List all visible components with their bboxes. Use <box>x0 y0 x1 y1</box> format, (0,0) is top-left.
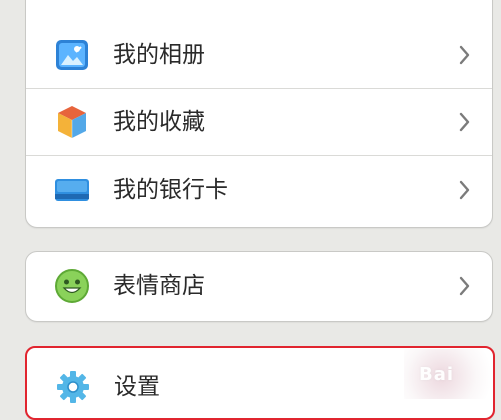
chevron-right-icon <box>459 179 471 201</box>
menu-group-primary: 我的相册 我的收藏 我的银行卡 <box>25 0 493 228</box>
photo-album-icon <box>54 37 90 73</box>
menu-group-stickers: 表情商店 <box>25 251 493 322</box>
chevron-right-icon <box>459 275 471 297</box>
menu-item-my-favorites[interactable]: 我的收藏 <box>26 89 492 155</box>
menu-item-sticker-store[interactable]: 表情商店 <box>26 253 492 319</box>
menu-item-label: 设置 <box>114 374 160 400</box>
menu-item-label: 我的收藏 <box>113 109 205 135</box>
favorites-box-icon <box>54 104 90 140</box>
settings-gear-icon <box>55 369 91 405</box>
menu-item-label: 我的相册 <box>113 42 205 68</box>
chevron-right-icon <box>459 44 471 66</box>
chevron-right-icon <box>459 111 471 133</box>
menu-item-my-album[interactable]: 我的相册 <box>26 22 492 88</box>
watermark-logo: Bai <box>404 349 498 399</box>
menu-item-label: 我的银行卡 <box>113 177 228 203</box>
watermark-text: Bai <box>419 364 455 385</box>
bank-card-icon <box>54 172 90 208</box>
row-divider <box>26 155 492 156</box>
smiley-face-icon <box>54 268 90 304</box>
menu-item-my-bank-card[interactable]: 我的银行卡 <box>26 157 492 223</box>
menu-item-label: 表情商店 <box>113 273 205 299</box>
